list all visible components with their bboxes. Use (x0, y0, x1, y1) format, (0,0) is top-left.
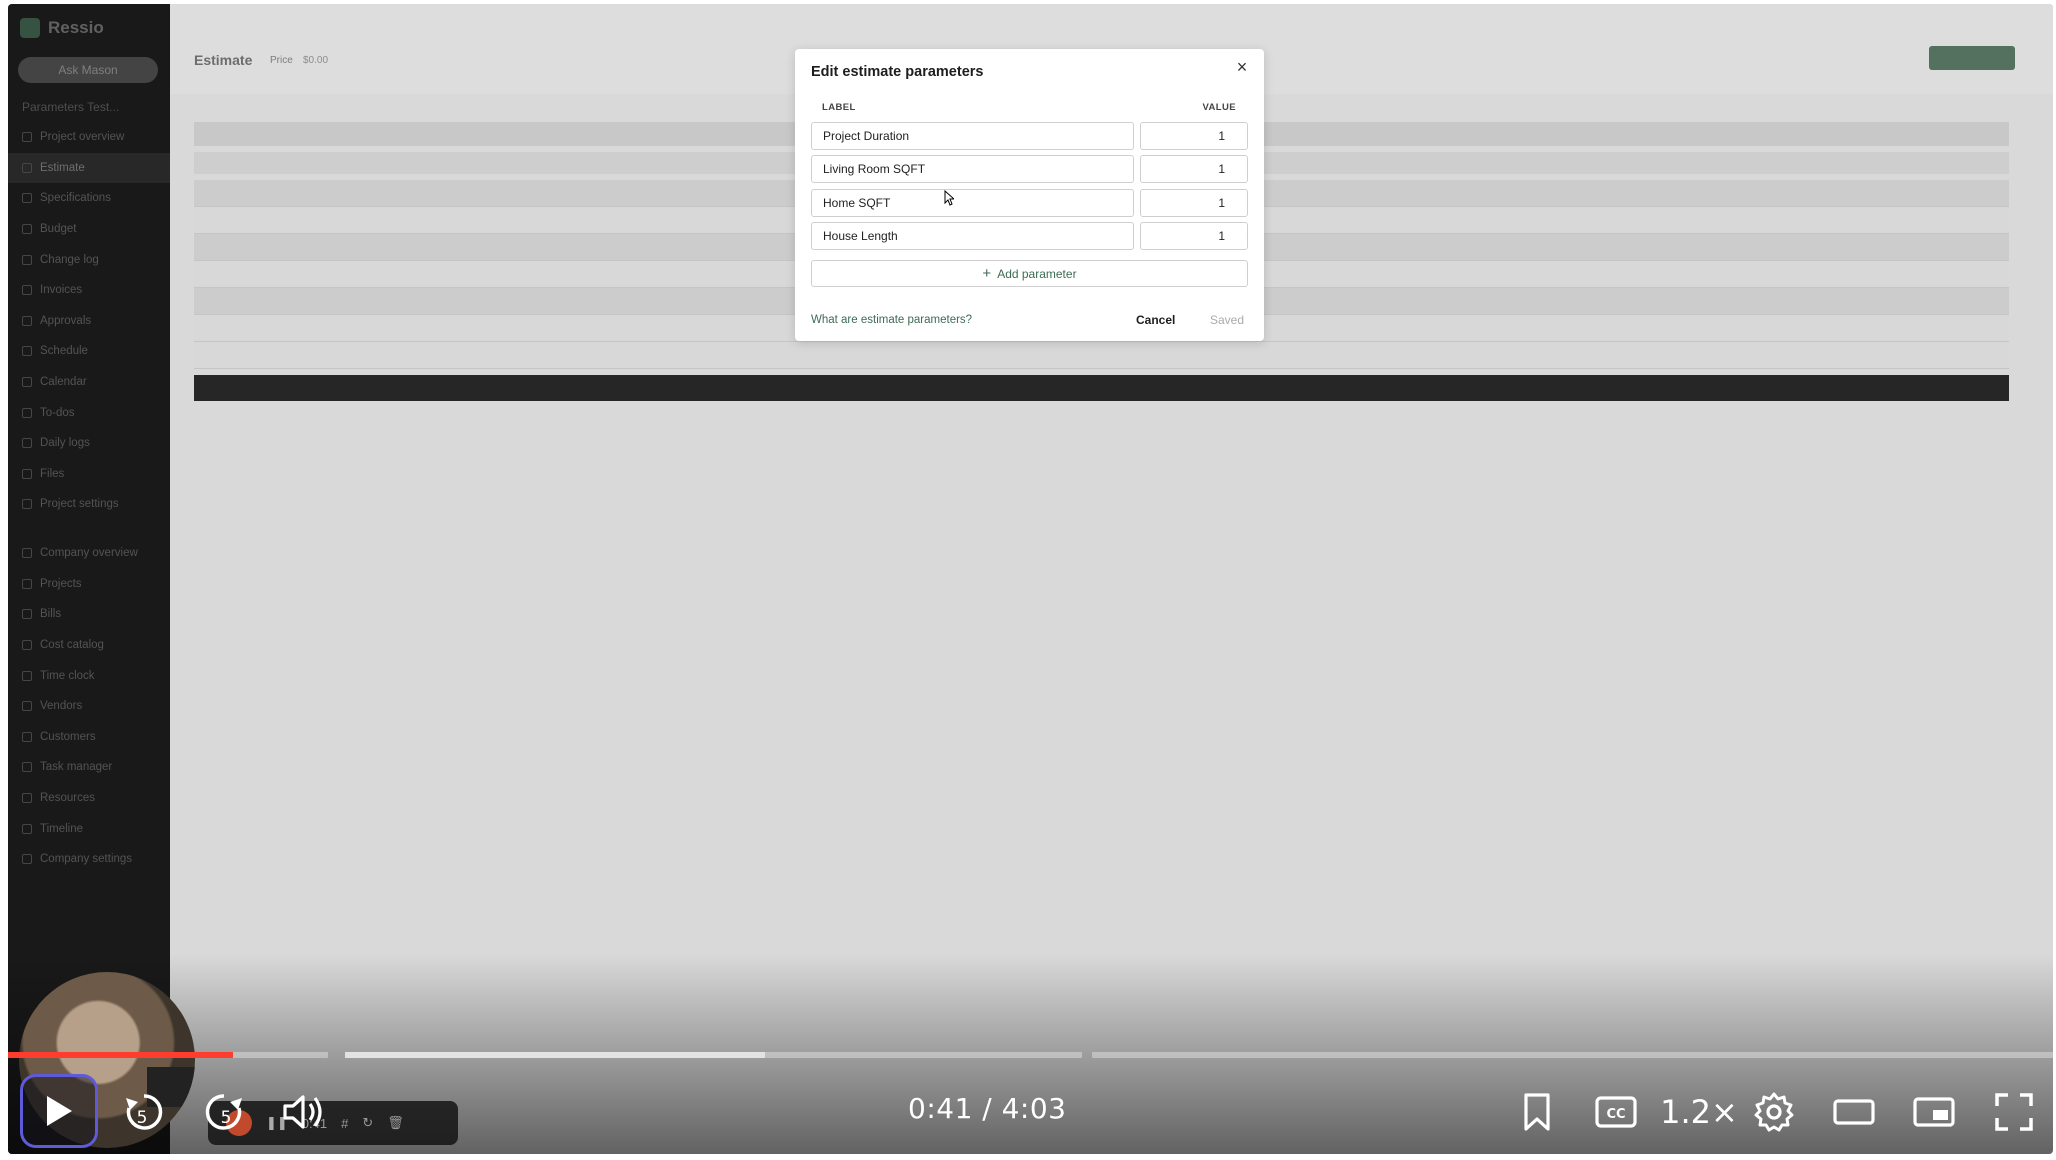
picture-in-picture-button[interactable] (1906, 1082, 1962, 1142)
parameter-value-input[interactable]: 1 (1140, 222, 1248, 250)
progress-bar[interactable] (8, 1052, 2053, 1058)
what-are-estimate-parameters-link[interactable]: What are estimate parameters? (811, 314, 972, 326)
dialog-title: Edit estimate parameters (811, 64, 984, 80)
video-player[interactable]: Ressio Ask Mason Parameters Test... Proj… (8, 4, 2053, 1154)
restart-icon: ↻ (362, 1115, 374, 1130)
skip-forward-icon: 5 (205, 1094, 242, 1130)
parameter-label-input[interactable]: Project Duration (811, 122, 1134, 150)
parameter-label-input[interactable]: House Length (811, 222, 1134, 250)
parameter-row: Project Duration 1 (811, 122, 1248, 150)
trash-icon: 🗑 (387, 1115, 404, 1130)
parameter-label-input[interactable]: Home SQFT (811, 189, 1134, 217)
svg-text:CC: CC (1606, 1107, 1625, 1122)
bookmark-button[interactable] (1512, 1082, 1562, 1142)
settings-button[interactable] (1746, 1082, 1802, 1142)
play-button[interactable] (20, 1074, 98, 1148)
parameter-value-input[interactable]: 1 (1140, 122, 1248, 150)
captions-button[interactable]: CC (1588, 1082, 1644, 1142)
parameter-value-input[interactable]: 1 (1140, 189, 1248, 217)
svg-text:5: 5 (221, 1108, 232, 1128)
skip-back-button[interactable]: 5 (116, 1082, 172, 1142)
theater-mode-icon (1833, 1099, 1875, 1125)
grid-icon: # (341, 1115, 349, 1131)
chapter-segment[interactable] (8, 1052, 328, 1058)
svg-text:5: 5 (137, 1108, 148, 1128)
edit-estimate-parameters-dialog: Edit estimate parameters × LABEL VALUE P… (795, 49, 1264, 341)
volume-button[interactable] (276, 1082, 332, 1142)
parameter-label-input[interactable]: Living Room SQFT (811, 155, 1134, 183)
parameter-row: Home SQFT 1 (811, 189, 1248, 217)
theater-mode-button[interactable] (1826, 1082, 1882, 1142)
skip-forward-button[interactable]: 5 (196, 1082, 252, 1142)
close-icon[interactable]: × (1232, 57, 1252, 77)
chapter-segment[interactable] (345, 1052, 1082, 1058)
fullscreen-icon (1995, 1093, 2033, 1131)
mouse-cursor-icon (944, 190, 954, 206)
parameter-row: House Length 1 (811, 222, 1248, 250)
saved-button: Saved (1210, 313, 1245, 327)
picture-in-picture-icon (1913, 1097, 1955, 1127)
playback-speed-button[interactable]: 1.2× (1656, 1082, 1742, 1142)
parameter-row: Living Room SQFT 1 (811, 155, 1248, 183)
time-display: 0:41 / 4:03 (908, 1092, 1067, 1125)
gear-icon (1754, 1092, 1794, 1132)
skip-back-icon: 5 (126, 1094, 163, 1130)
play-icon (47, 1096, 72, 1126)
fullscreen-button[interactable] (1986, 1082, 2042, 1142)
played-fill (8, 1052, 233, 1058)
add-parameter-button[interactable]: + Add parameter (811, 260, 1248, 287)
parameter-value-input[interactable]: 1 (1140, 155, 1248, 183)
chapter-segment[interactable] (1092, 1052, 2053, 1058)
cancel-button[interactable]: Cancel (1136, 313, 1175, 327)
volume-icon (283, 1095, 322, 1129)
plus-icon: + (982, 265, 992, 282)
label-column-header: LABEL (822, 102, 856, 113)
bookmark-icon (1524, 1093, 1550, 1131)
value-column-header: VALUE (1202, 102, 1236, 113)
closed-captions-icon: CC (1595, 1096, 1637, 1128)
buffered-fill (345, 1052, 765, 1058)
